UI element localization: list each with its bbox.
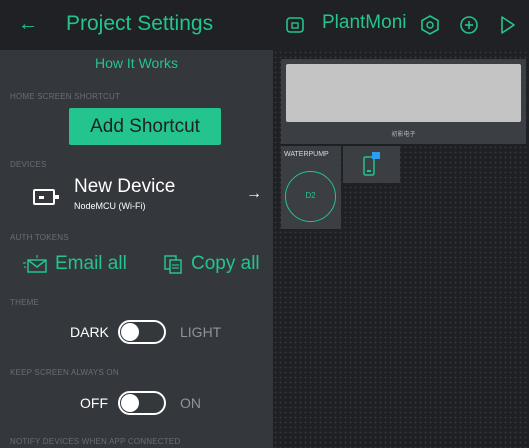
keep-screen-on-label: ON: [180, 395, 201, 411]
device-type: NodeMCU (Wi-Fi): [74, 201, 146, 211]
waterpump-button-widget[interactable]: WATERPUMP D2: [281, 146, 341, 229]
waterpump-button[interactable]: D2: [285, 171, 336, 222]
home-shortcut-section-label: HOME SCREEN SHORTCUT: [10, 92, 121, 101]
canvas-header: PlantMoni: [273, 0, 529, 50]
how-it-works-link[interactable]: How It Works: [0, 55, 273, 71]
play-icon[interactable]: [497, 15, 517, 35]
settings-title: Project Settings: [66, 12, 214, 35]
add-circle-icon[interactable]: [459, 15, 479, 35]
waterpump-label: WATERPUMP: [284, 151, 329, 158]
keep-screen-toggle-row: OFF ON: [0, 391, 273, 415]
settings-header: ← Project Settings: [0, 0, 273, 50]
device-tiles-icon: [363, 152, 380, 176]
email-all-button[interactable]: Email all: [23, 253, 127, 275]
lcd-screen: [286, 64, 521, 122]
copy-all-label: Copy all: [191, 253, 260, 274]
theme-section-label: THEME: [10, 298, 39, 307]
project-title: PlantMoni: [322, 12, 407, 33]
lcd-caption: 初影电子: [391, 132, 416, 138]
project-settings-panel: ← Project Settings How It Works HOME SCR…: [0, 0, 273, 448]
auth-tokens-section-label: AUTH TOKENS: [10, 233, 69, 242]
keep-screen-section-label: KEEP SCREEN ALWAYS ON: [10, 368, 119, 377]
theme-toggle-row: DARK LIGHT: [0, 320, 273, 344]
theme-light-label: LIGHT: [180, 324, 222, 340]
lcd-widget[interactable]: 初影电子: [281, 59, 526, 144]
add-shortcut-button[interactable]: Add Shortcut: [69, 108, 221, 145]
keep-screen-toggle-switch[interactable]: [118, 391, 166, 415]
copy-icon: [164, 255, 182, 274]
toggle-knob: [121, 394, 139, 412]
device-name[interactable]: New Device: [74, 176, 175, 198]
device-selector-widget[interactable]: [343, 146, 400, 183]
notify-section-label: NOTIFY DEVICES WHEN APP CONNECTED: [10, 437, 181, 446]
theme-toggle-switch[interactable]: [118, 320, 166, 344]
copy-all-button[interactable]: Copy all: [163, 253, 260, 275]
settings-hexagon-icon[interactable]: [420, 15, 440, 35]
project-canvas[interactable]: PlantMoni 初影电子 WATERPUMP D2: [273, 0, 529, 448]
keep-screen-off-label: OFF: [80, 395, 108, 411]
theme-dark-label: DARK: [70, 324, 109, 340]
device-icon: [33, 189, 59, 205]
back-arrow-icon[interactable]: ←: [18, 14, 38, 34]
devices-section-label: DEVICES: [10, 160, 47, 169]
device-mode-icon[interactable]: [285, 15, 305, 35]
toggle-knob: [121, 323, 139, 341]
device-open-arrow-icon[interactable]: →: [246, 185, 262, 203]
mail-icon: [23, 255, 47, 273]
email-all-label: Email all: [55, 253, 127, 274]
